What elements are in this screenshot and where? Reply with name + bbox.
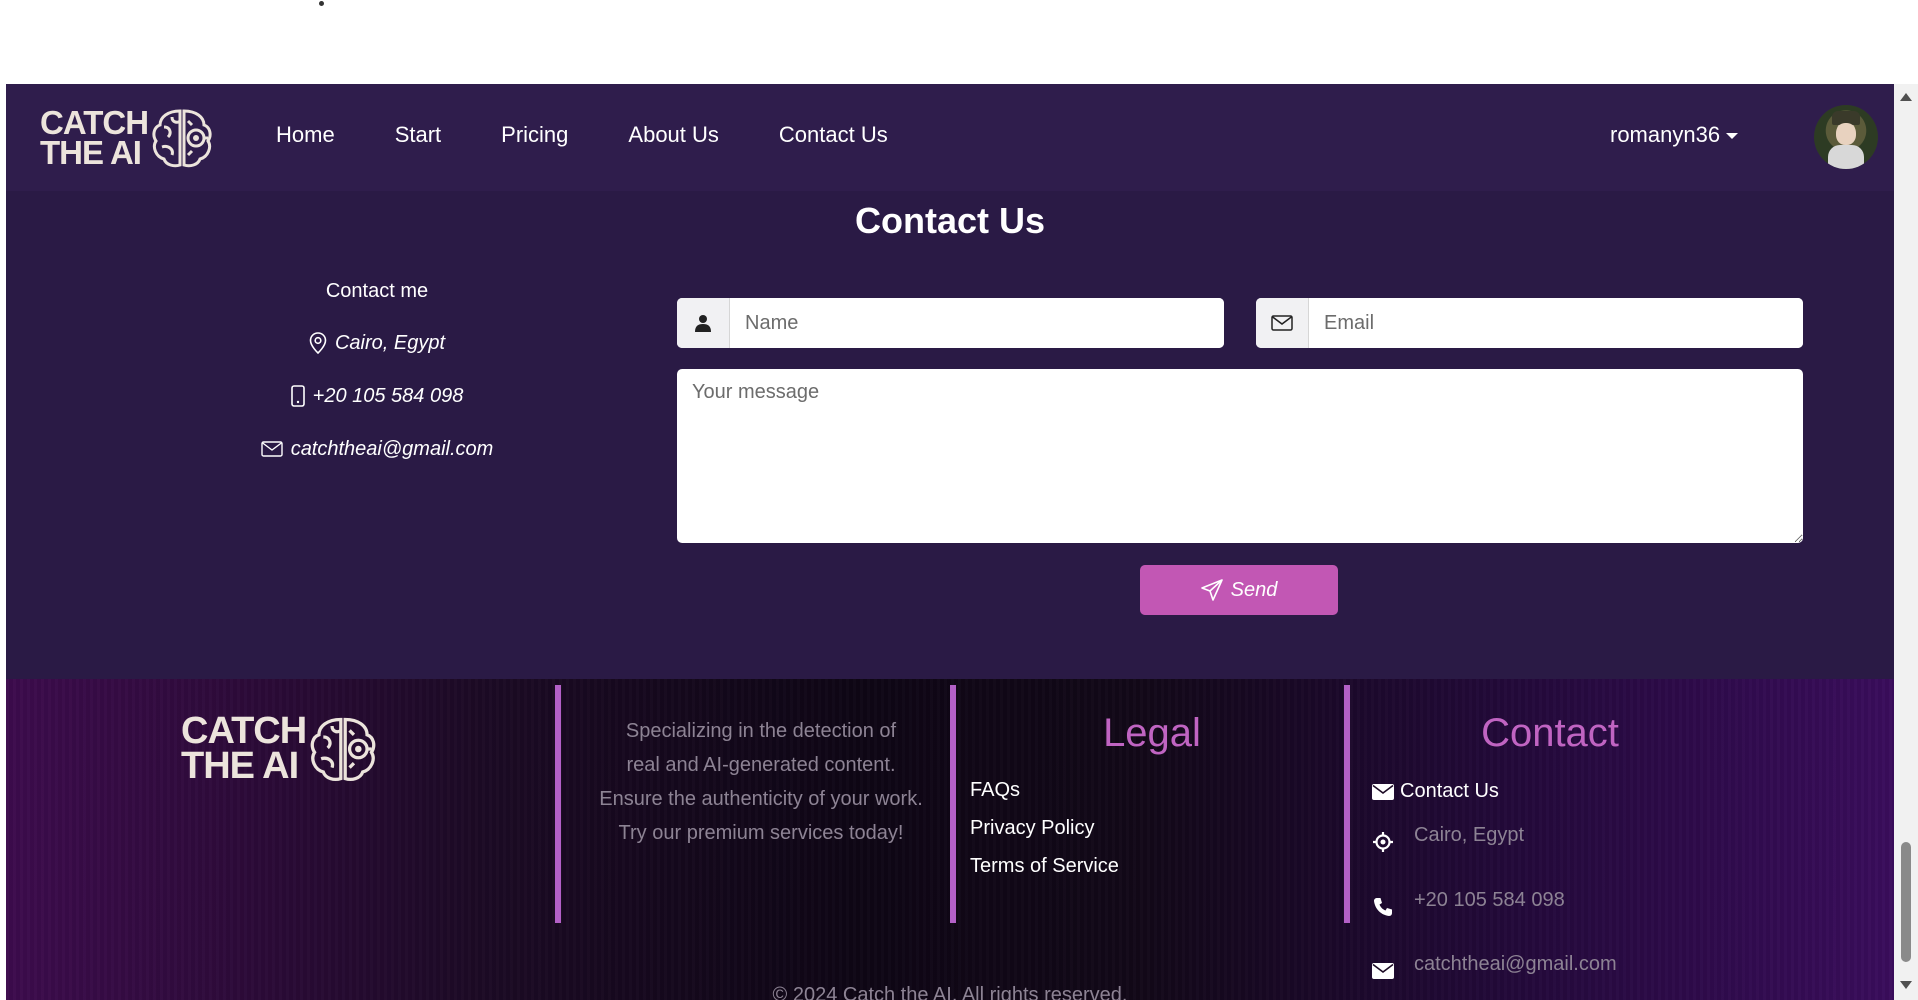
- contact-info: Contact me Cairo, Egypt +20 105 584 098 …: [212, 280, 542, 490]
- footer-logo-line-1: CATCH: [181, 710, 307, 752]
- footer-about-line: Specializing in the detection of: [625, 720, 897, 742]
- nav-start[interactable]: Start: [395, 122, 441, 148]
- name-input[interactable]: [730, 298, 1224, 348]
- nav-home[interactable]: Home: [276, 122, 335, 148]
- mobile-phone-icon: [290, 385, 305, 407]
- scrollbar-thumb[interactable]: [1901, 842, 1911, 962]
- phone-icon: [1372, 897, 1394, 917]
- name-input-group: [677, 298, 1224, 348]
- send-button[interactable]: Send: [1140, 565, 1338, 615]
- footer-logo[interactable]: CATCH THE AI: [181, 710, 378, 787]
- message-textarea[interactable]: [677, 369, 1803, 543]
- contact-phone: +20 105 584 098: [212, 384, 542, 408]
- paper-plane-icon: [1200, 579, 1223, 601]
- legal-heading: Legal: [1103, 711, 1201, 755]
- envelope-icon: [1256, 298, 1309, 348]
- terms-of-service-link[interactable]: Terms of Service: [970, 855, 1119, 893]
- footer-logo-text: CATCH THE AI: [181, 710, 307, 787]
- email-input[interactable]: [1309, 298, 1803, 348]
- faqs-link[interactable]: FAQs: [970, 779, 1119, 817]
- contact-email-text: catchtheai@gmail.com: [290, 437, 494, 460]
- footer-about-line: Ensure the authenticity of your work.: [599, 788, 923, 810]
- footer-contact-link-row[interactable]: Contact Us: [1372, 780, 1499, 803]
- username: romanyn36: [1610, 122, 1721, 147]
- envelope-icon: [1372, 963, 1394, 979]
- footer-location-text: Cairo, Egypt: [1414, 823, 1525, 846]
- crosshair-icon: [1372, 831, 1394, 853]
- logo-line-2: THE AI: [40, 134, 142, 171]
- logo-text: CATCH THE AI: [40, 105, 149, 171]
- footer-phone-text: +20 105 584 098: [1414, 888, 1565, 911]
- scroll-down-arrow-icon[interactable]: [1900, 981, 1912, 989]
- send-label: Send: [1230, 578, 1278, 601]
- envelope-icon: [260, 441, 283, 457]
- avatar-face: [1836, 123, 1856, 145]
- navbar: CATCH THE AI Home Start Pricing About Us…: [6, 84, 1894, 191]
- site-logo[interactable]: CATCH THE AI: [40, 105, 214, 171]
- contact-email: catchtheai@gmail.com: [212, 437, 542, 461]
- scroll-up-arrow-icon[interactable]: [1900, 93, 1912, 101]
- footer-contact-us-link[interactable]: Contact Us: [1400, 780, 1499, 803]
- contact-location-text: Cairo, Egypt: [334, 331, 446, 354]
- footer-about-line: real and AI-generated content.: [626, 754, 896, 776]
- legal-links: FAQs Privacy Policy Terms of Service: [970, 779, 1119, 893]
- stray-dot: [319, 1, 324, 6]
- nav-pricing[interactable]: Pricing: [501, 122, 568, 148]
- browser-viewport: CATCH THE AI Home Start Pricing About Us…: [0, 84, 1918, 1000]
- map-pin-icon: [309, 332, 327, 354]
- footer: CATCH THE AI Specializing in the detecti…: [6, 679, 1894, 1000]
- copyright: © 2024 Catch the AI. All rights reserved…: [772, 984, 1128, 1000]
- footer-logo-line-2: THE AI: [181, 744, 299, 787]
- nav-links: Home Start Pricing About Us Contact Us: [276, 122, 888, 148]
- footer-email: catchtheai@gmail.com: [1372, 949, 1617, 979]
- contact-phone-text: +20 105 584 098: [312, 384, 464, 407]
- footer-location: Cairo, Egypt: [1372, 817, 1524, 853]
- footer-contact-heading: Contact: [1481, 711, 1619, 755]
- page-top-area: [0, 0, 1918, 84]
- footer-about-line: Try our premium services today!: [618, 822, 904, 844]
- page-title: Contact Us: [854, 200, 1046, 241]
- avatar-body: [1828, 145, 1864, 169]
- email-input-group: [1256, 298, 1803, 348]
- envelope-icon: [1372, 783, 1394, 800]
- footer-phone: +20 105 584 098: [1372, 883, 1565, 917]
- nav-contact-us[interactable]: Contact Us: [779, 122, 888, 148]
- footer-about: Specializing in the detection of real an…: [581, 714, 941, 850]
- avatar[interactable]: [1814, 105, 1878, 169]
- user-dropdown[interactable]: romanyn36: [1610, 122, 1739, 148]
- brain-chip-icon: [152, 109, 212, 168]
- privacy-policy-link[interactable]: Privacy Policy: [970, 817, 1119, 855]
- brain-chip-icon: [310, 717, 376, 781]
- contact-info-heading: Contact me: [325, 280, 429, 302]
- person-icon: [677, 298, 730, 348]
- nav-about-us[interactable]: About Us: [628, 122, 719, 148]
- caret-down-icon: [1726, 133, 1739, 139]
- contact-location: Cairo, Egypt: [212, 331, 542, 355]
- footer-email-text: catchtheai@gmail.com: [1414, 952, 1617, 975]
- footer-divider: [555, 685, 561, 923]
- vertical-scrollbar[interactable]: [1894, 84, 1918, 1000]
